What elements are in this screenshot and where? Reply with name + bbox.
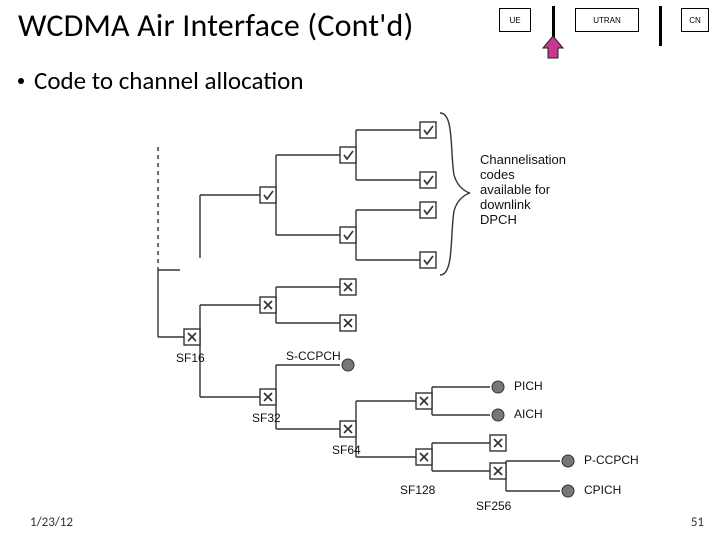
bullet-1-text: Code to channel allocation	[34, 65, 303, 96]
ue-label: UE	[509, 16, 520, 25]
ue-box: UE	[499, 8, 531, 32]
utran-box: UTRAN	[575, 8, 639, 32]
cn-label: CN	[689, 16, 701, 25]
bullet-1: Code to channel allocation	[18, 65, 303, 96]
page-title: WCDMA Air Interface (Cont'd)	[18, 6, 413, 45]
annot-l4: downlink	[480, 197, 531, 212]
cn-box: CN	[681, 8, 709, 32]
footer-date: 1/23/12	[30, 515, 73, 530]
sf16-label: SF16	[176, 351, 205, 365]
bullet-dot	[18, 78, 24, 84]
sccpch-label: S-CCPCH	[286, 349, 341, 363]
utran-label: UTRAN	[593, 16, 621, 25]
mini-divider-2	[659, 6, 662, 46]
slide: WCDMA Air Interface (Cont'd) Code to cha…	[0, 0, 720, 540]
code-tree-svg	[140, 95, 700, 535]
annot-l5: DPCH	[480, 212, 517, 227]
cpich-label: CPICH	[584, 483, 621, 497]
annot-l2: codes	[480, 167, 515, 182]
code-tree-diagram: SF16 SF32 SF64 SF128 SF256 S-CCPCH PICH …	[140, 95, 700, 530]
sf128-label: SF128	[400, 483, 435, 497]
pccpch-label: P-CCPCH	[584, 453, 639, 467]
sf32-label: SF32	[252, 411, 281, 425]
annot-l3: available for	[480, 182, 550, 197]
sf256-label: SF256	[476, 499, 511, 513]
mini-arch-diagram: UE UTRAN CN	[499, 8, 714, 58]
brace-annotation: Channelisation codes available for downl…	[480, 153, 566, 228]
aich-label: AICH	[514, 407, 543, 421]
pich-label: PICH	[514, 379, 543, 393]
pink-arrow-icon	[539, 36, 569, 62]
footer-page: 51	[691, 515, 704, 530]
annot-l1: Channelisation	[480, 152, 566, 167]
sf64-label: SF64	[332, 443, 361, 457]
